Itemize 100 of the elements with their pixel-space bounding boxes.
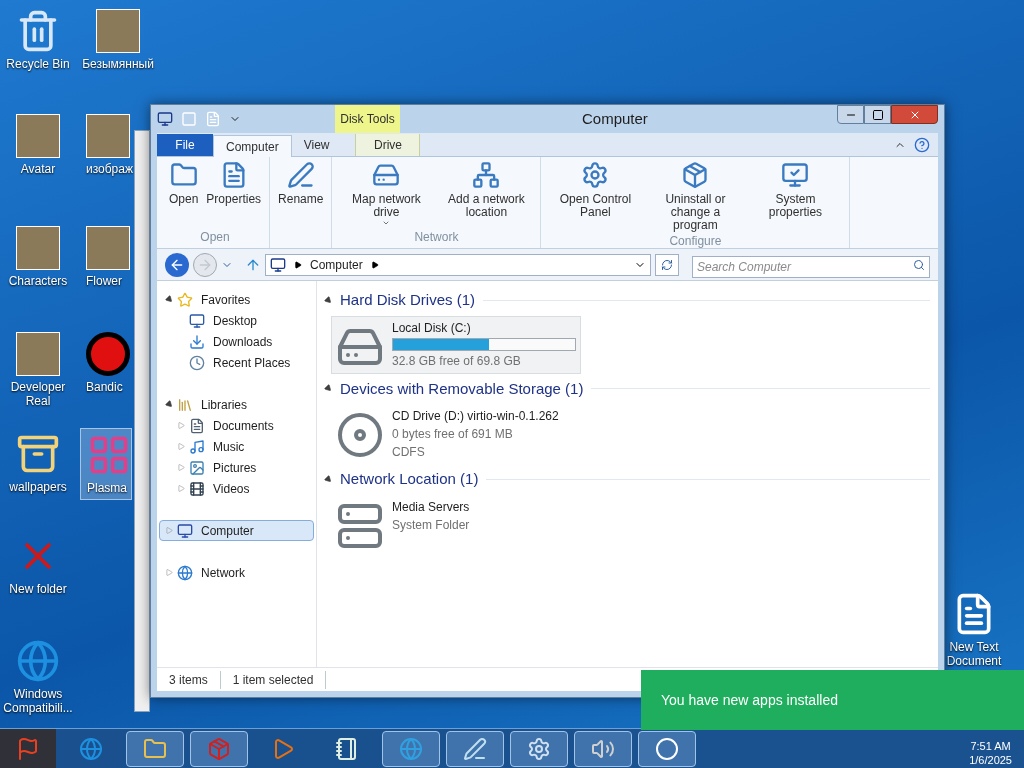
computer-icon[interactable] [157, 111, 173, 127]
ribbon-button[interactable]: Uninstall or change a program [645, 161, 746, 232]
desktop-icon-label: Windows Compatibili... [2, 687, 74, 715]
taskbar-button[interactable] [446, 730, 504, 767]
photo-placeholder [86, 226, 130, 270]
maximize-button[interactable] [864, 105, 891, 124]
taskbar-button[interactable] [126, 730, 184, 767]
server-icon [336, 501, 384, 550]
nav-item[interactable]: Desktop [159, 310, 314, 331]
film-icon [189, 480, 205, 497]
ribbon-button[interactable]: System properties [745, 161, 846, 232]
circle-icon [655, 736, 679, 761]
taskbar-button[interactable] [510, 730, 568, 767]
breadcrumb[interactable]: Computer [310, 255, 363, 274]
status-text: 3 items [157, 670, 221, 689]
ribbon-group-label: Open [200, 229, 230, 246]
search-icon [913, 258, 925, 271]
expanded-triangle-icon[interactable] [323, 474, 334, 485]
back-button[interactable] [165, 252, 189, 277]
taskbar-button[interactable] [382, 730, 440, 767]
refresh-button[interactable] [655, 253, 679, 276]
download-icon [189, 333, 205, 350]
address-bar[interactable]: Computer [265, 253, 651, 276]
expanded-triangle-icon[interactable] [323, 383, 334, 394]
ribbon-button[interactable]: Open [165, 161, 203, 206]
clock-time: 7:51 AM [970, 738, 1011, 753]
taskbar-button[interactable] [190, 730, 248, 767]
desktop-icon[interactable]: wallpapers [0, 428, 76, 498]
desktop-icon-label: Безымянный [81, 57, 155, 71]
desktop-icon-label: Characters [7, 274, 69, 288]
nav-item[interactable]: Videos [159, 478, 314, 499]
nav-item[interactable]: Computer [159, 520, 314, 541]
ribbon-button[interactable]: Open Control Panel [545, 161, 646, 232]
desktop-icon[interactable]: New folder [0, 530, 76, 600]
desktop-icon-label: Recycle Bin [5, 57, 71, 71]
expanded-triangle-icon[interactable] [164, 294, 175, 305]
nav-item[interactable]: Music [159, 436, 314, 457]
library-icon [177, 396, 193, 413]
desktop-icon[interactable]: Characters [0, 222, 76, 292]
desktop-icon-label: Plasma [87, 481, 127, 495]
ribbon-tab[interactable]: View [291, 134, 342, 156]
section-header[interactable]: Devices with Removable Storage (1) [340, 377, 584, 400]
monitor-check-icon [781, 161, 810, 189]
clock-icon [189, 354, 205, 371]
ribbon-button[interactable]: Rename [274, 161, 328, 206]
nav-item[interactable]: Favorites [159, 289, 314, 310]
nav-item[interactable]: Pictures [159, 457, 314, 478]
computer-icon [270, 256, 286, 273]
breadcrumb-arrow-icon [294, 260, 302, 269]
desktop-icon[interactable]: Developer Real [0, 328, 76, 412]
desktop-icon[interactable]: Безымянный [80, 5, 156, 75]
section-header[interactable]: Hard Disk Drives (1) [340, 289, 475, 312]
nav-item[interactable]: Documents [159, 415, 314, 436]
document-icon [189, 417, 205, 434]
start-button[interactable] [0, 728, 56, 768]
desktop-icon[interactable]: Plasma [80, 428, 132, 500]
ribbon-button[interactable]: Add a network location [436, 161, 537, 227]
nav-item[interactable]: Recent Places [159, 352, 314, 373]
desktop-icon[interactable]: Bandic [80, 328, 132, 398]
windows-flag-icon [16, 736, 40, 761]
desktop-icon[interactable]: Windows Compatibili... [0, 635, 76, 719]
taskbar-button[interactable] [574, 730, 632, 767]
minimize-button[interactable] [837, 105, 864, 124]
nav-label: Videos [213, 480, 250, 498]
ribbon-tab[interactable]: Drive [355, 134, 421, 156]
help-icon[interactable] [914, 136, 930, 153]
ribbon-button[interactable]: Map network drive [336, 161, 437, 227]
nav-label: Favorites [201, 291, 251, 309]
desktop-icon-label: изображ [86, 162, 133, 176]
record-icon [86, 332, 130, 376]
drive-item[interactable]: CD Drive (D:) virtio-win-0.1.262 0 bytes free of 691 MB CDFS [331, 404, 581, 464]
drive-name: Media Servers [392, 498, 471, 516]
ribbon-button[interactable]: Properties [202, 161, 266, 206]
ribbon-tab[interactable]: Computer [213, 135, 292, 157]
search-field[interactable]: Search Computer [692, 255, 930, 278]
expanded-triangle-icon[interactable] [164, 399, 175, 410]
nav-item[interactable]: Libraries [159, 394, 314, 415]
taskbar-button[interactable] [638, 730, 696, 767]
expanded-triangle-icon[interactable] [323, 295, 334, 306]
monitor-icon [189, 312, 205, 329]
nav-item[interactable]: Network [159, 562, 314, 583]
nav-item[interactable]: Downloads [159, 331, 314, 352]
drive-detail: 32.8 GB free of 69.8 GB [392, 352, 522, 370]
drive-item[interactable]: Media Servers System Folder [331, 494, 581, 553]
music-icon [189, 438, 205, 455]
computer-icon [177, 522, 193, 539]
desktop-icon-label: Flower [86, 274, 122, 288]
nav-label: Downloads [213, 333, 273, 351]
photo-placeholder [16, 226, 60, 270]
file-tab[interactable]: File [157, 134, 213, 156]
folder-icon [143, 736, 167, 761]
desktop-icon[interactable]: Recycle Bin [0, 5, 76, 75]
drive-item[interactable]: Local Disk (C:) 32.8 GB free of 69.8 GB [331, 315, 581, 374]
desktop-icon[interactable]: изображ [80, 110, 132, 180]
ribbon-group-label: Configure [669, 233, 722, 250]
drive-detail: System Folder [392, 516, 471, 534]
nav-label: Network [201, 564, 245, 582]
section-header[interactable]: Network Location (1) [340, 468, 479, 491]
desktop-icon[interactable]: Flower [80, 222, 132, 292]
desktop-icon[interactable]: Avatar [0, 110, 76, 180]
